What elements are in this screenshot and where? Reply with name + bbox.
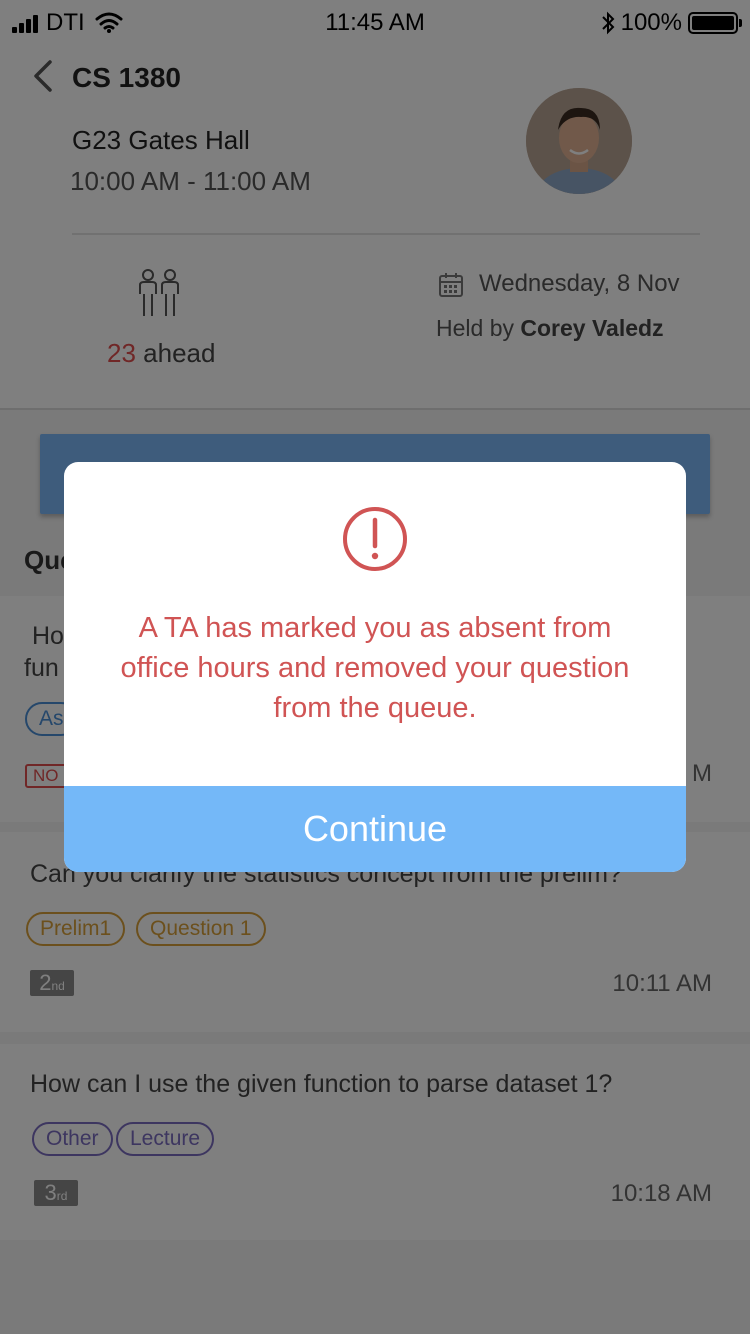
continue-button[interactable]: Continue <box>64 786 686 872</box>
absent-alert-dialog: A TA has marked you as absent from offic… <box>64 462 686 872</box>
alert-circle-icon <box>343 507 407 571</box>
alert-message: A TA has marked you as absent from offic… <box>120 612 630 724</box>
